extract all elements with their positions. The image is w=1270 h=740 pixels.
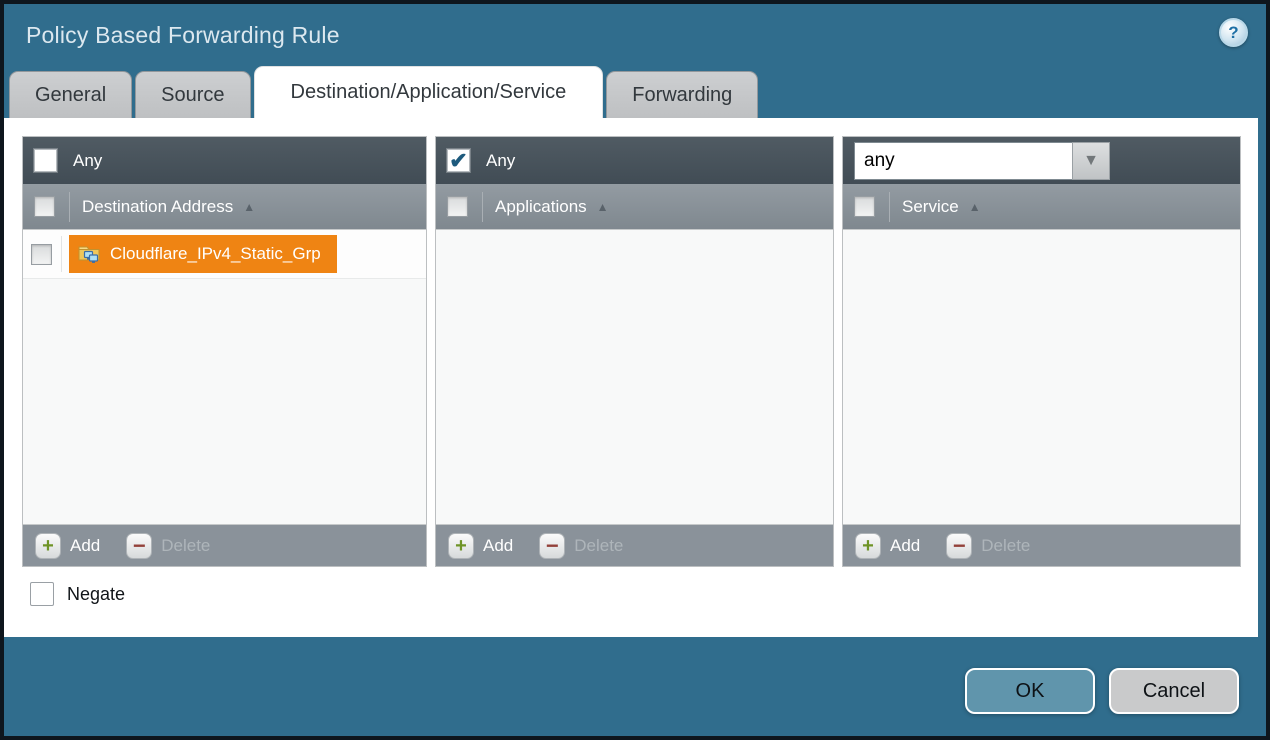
service-select-all-checkbox[interactable] <box>854 196 875 217</box>
destination-any-row: Any <box>23 137 426 184</box>
plus-icon: + <box>855 533 881 559</box>
service-list <box>843 229 1240 524</box>
tab-destination-application-service[interactable]: Destination/Application/Service <box>254 66 604 118</box>
applications-column-header[interactable]: Applications ▲ <box>436 184 833 229</box>
minus-icon: − <box>946 533 972 559</box>
destination-item-chip[interactable]: Cloudflare_IPv4_Static_Grp <box>69 235 337 273</box>
dialog-title: Policy Based Forwarding Rule <box>26 22 340 49</box>
service-any-row: any ▼ <box>843 137 1240 184</box>
destination-list: Cloudflare_IPv4_Static_Grp <box>23 229 426 524</box>
ok-button[interactable]: OK <box>965 668 1095 714</box>
negate-checkbox[interactable] <box>30 582 54 606</box>
applications-toolbar: + Add − Delete <box>436 524 833 566</box>
service-type-value[interactable]: any <box>854 142 1072 180</box>
tab-source[interactable]: Source <box>135 71 250 118</box>
plus-icon: + <box>448 533 474 559</box>
service-delete-button[interactable]: − Delete <box>946 533 1030 559</box>
destination-any-label: Any <box>73 151 102 171</box>
sort-ascending-icon: ▲ <box>243 201 255 213</box>
chevron-down-icon: ▼ <box>1083 152 1099 170</box>
destination-item-checkbox[interactable] <box>31 244 52 265</box>
dialog-action-bar: OK Cancel <box>965 668 1239 714</box>
service-add-button[interactable]: + Add <box>855 533 920 559</box>
header-divider <box>889 192 890 222</box>
destination-any-checkbox[interactable] <box>34 149 57 172</box>
header-divider <box>69 192 70 222</box>
cancel-button[interactable]: Cancel <box>1109 668 1239 714</box>
destination-list-item[interactable]: Cloudflare_IPv4_Static_Grp <box>23 230 426 279</box>
sort-ascending-icon: ▲ <box>969 201 981 213</box>
applications-any-label: Any <box>486 151 515 171</box>
destination-select-all-checkbox[interactable] <box>34 196 55 217</box>
header-divider <box>482 192 483 222</box>
negate-label: Negate <box>67 584 125 605</box>
tab-content: Any Destination Address ▲ <box>4 118 1258 637</box>
destination-toolbar: + Add − Delete <box>23 524 426 566</box>
policy-based-forwarding-rule-dialog: Policy Based Forwarding Rule ? General S… <box>0 0 1270 740</box>
minus-icon: − <box>539 533 565 559</box>
destination-add-button[interactable]: + Add <box>35 533 100 559</box>
applications-any-checkbox[interactable]: ✔ <box>447 149 470 172</box>
sort-ascending-icon: ▲ <box>597 201 609 213</box>
destination-column-header[interactable]: Destination Address ▲ <box>23 184 426 229</box>
row-divider <box>61 236 62 272</box>
address-group-icon <box>78 244 101 264</box>
dropdown-arrow-button[interactable]: ▼ <box>1072 142 1110 180</box>
help-icon[interactable]: ? <box>1219 18 1248 47</box>
applications-add-button[interactable]: + Add <box>448 533 513 559</box>
applications-delete-button[interactable]: − Delete <box>539 533 623 559</box>
service-type-dropdown: any ▼ <box>854 142 1110 180</box>
destination-header-label: Destination Address <box>82 197 233 217</box>
applications-panel: ✔ Any Applications ▲ + Add − <box>435 136 834 567</box>
destination-delete-button[interactable]: − Delete <box>126 533 210 559</box>
applications-any-row: ✔ Any <box>436 137 833 184</box>
service-toolbar: + Add − Delete <box>843 524 1240 566</box>
service-header-label: Service <box>902 197 959 217</box>
destination-address-panel: Any Destination Address ▲ <box>22 136 427 567</box>
negate-row: Negate <box>30 582 1258 606</box>
applications-header-label: Applications <box>495 197 587 217</box>
tab-forwarding[interactable]: Forwarding <box>606 71 758 118</box>
service-column-header[interactable]: Service ▲ <box>843 184 1240 229</box>
service-panel: any ▼ Service ▲ + Add <box>842 136 1241 567</box>
applications-list <box>436 229 833 524</box>
destination-item-label: Cloudflare_IPv4_Static_Grp <box>110 244 321 264</box>
columns-container: Any Destination Address ▲ <box>4 118 1258 567</box>
applications-select-all-checkbox[interactable] <box>447 196 468 217</box>
tab-bar: General Source Destination/Application/S… <box>4 66 1266 118</box>
tab-general[interactable]: General <box>9 71 132 118</box>
dialog-titlebar: Policy Based Forwarding Rule <box>4 4 1266 66</box>
plus-icon: + <box>35 533 61 559</box>
minus-icon: − <box>126 533 152 559</box>
